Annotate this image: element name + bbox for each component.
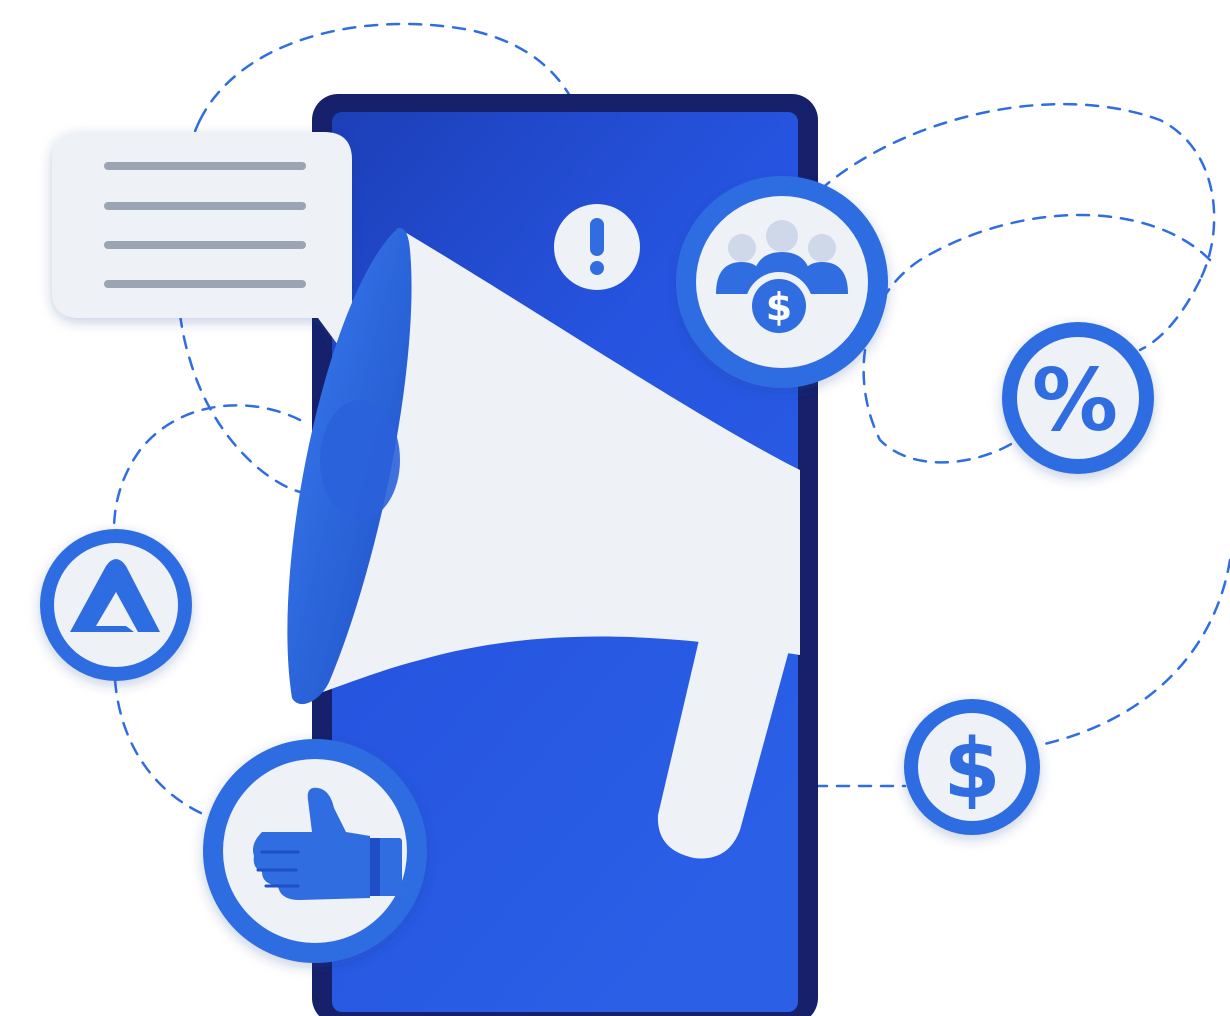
brand-logo-icon bbox=[40, 529, 192, 681]
group-dollar-glyph: $ bbox=[766, 285, 792, 329]
marketing-illustration: $ % $ bbox=[40, 22, 1230, 1016]
exclamation-icon bbox=[554, 204, 640, 290]
percent-glyph: % bbox=[1032, 351, 1118, 451]
dollar-glyph: $ bbox=[943, 722, 1000, 817]
